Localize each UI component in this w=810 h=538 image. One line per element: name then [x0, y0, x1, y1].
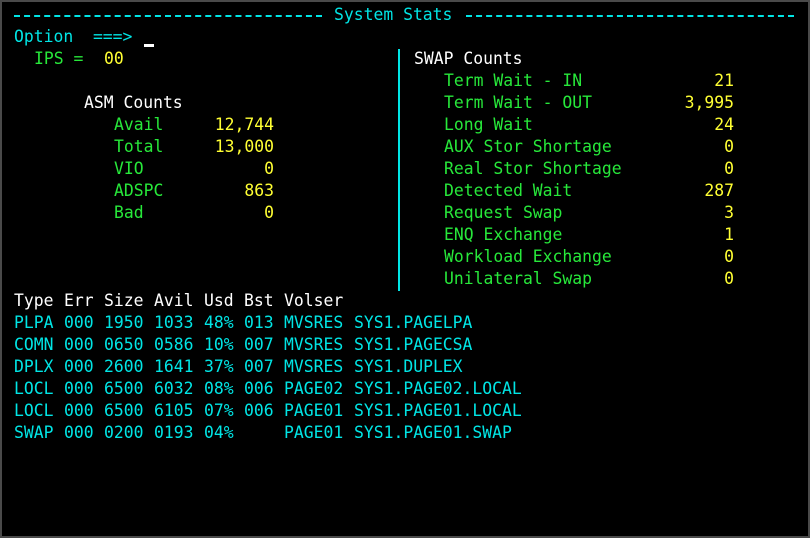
- table-cell: 006: [244, 401, 274, 420]
- table-header-cell: Usd: [204, 291, 234, 310]
- swap-label: Long Wait: [444, 115, 533, 134]
- table-cell: PAGE01: [284, 423, 344, 442]
- table-cell: 1033: [154, 313, 194, 332]
- table-cell: 6105: [154, 401, 194, 420]
- swap-label: AUX Stor Shortage: [444, 137, 612, 156]
- swap-value: 287: [704, 181, 734, 200]
- ips-label: IPS =: [34, 49, 84, 68]
- swap-value: 1: [724, 225, 734, 244]
- swap-label: ENQ Exchange: [444, 225, 563, 244]
- table-cell: 08%: [204, 379, 234, 398]
- table-cell: SYS1.PAGE02.LOCAL: [354, 379, 522, 398]
- table-cell: SYS1.PAGE01.LOCAL: [354, 401, 522, 420]
- table-cell: MVSRES: [284, 313, 344, 332]
- swap-value: 0: [724, 159, 734, 178]
- table-cell: 000: [64, 401, 94, 420]
- table-header-cell: Bst: [244, 291, 274, 310]
- asm-counts-title: ASM Counts: [84, 93, 183, 112]
- table-cell: 6500: [104, 379, 144, 398]
- asm-value: 13,000: [214, 137, 274, 156]
- table-cell: 10%: [204, 335, 234, 354]
- table-header-cell: Size: [104, 291, 144, 310]
- swap-label: Term Wait - OUT: [444, 93, 593, 112]
- table-cell: 0193: [154, 423, 194, 442]
- command-input-cursor[interactable]: [144, 44, 154, 47]
- swap-label: Workload Exchange: [444, 247, 612, 266]
- table-cell: COMN: [14, 335, 54, 354]
- screen-title: System Stats: [334, 5, 453, 24]
- table-cell: 007: [244, 357, 274, 376]
- table-header-cell: Err: [64, 291, 94, 310]
- swap-label: Unilateral Swap: [444, 269, 593, 288]
- asm-value: 0: [264, 203, 274, 222]
- table-cell: PLPA: [14, 313, 54, 332]
- table-cell: 6032: [154, 379, 194, 398]
- table-cell: 0200: [104, 423, 144, 442]
- table-cell: 04%: [204, 423, 234, 442]
- swap-label: Term Wait - IN: [444, 71, 583, 90]
- table-cell: 000: [64, 357, 94, 376]
- table-header-cell: Volser: [284, 291, 344, 310]
- asm-value: 12,744: [214, 115, 274, 134]
- table-header-cell: Avil: [154, 291, 194, 310]
- table-cell: 37%: [204, 357, 234, 376]
- table-cell: 000: [64, 423, 94, 442]
- swap-value: 0: [724, 269, 734, 288]
- table-cell: 006: [244, 379, 274, 398]
- swap-value: 3: [724, 203, 734, 222]
- table-cell: SYS1.DUPLEX: [354, 357, 463, 376]
- table-cell: 000: [64, 335, 94, 354]
- asm-label: Avail: [114, 115, 164, 134]
- table-cell: MVSRES: [284, 335, 344, 354]
- table-cell: 07%: [204, 401, 234, 420]
- table-cell: 2600: [104, 357, 144, 376]
- header-rule-right: [466, 15, 794, 19]
- table-cell: 0586: [154, 335, 194, 354]
- swap-value: 0: [724, 247, 734, 266]
- table-cell: SYS1.PAGELPA: [354, 313, 473, 332]
- table-cell: 000: [64, 313, 94, 332]
- asm-value: 863: [244, 181, 274, 200]
- swap-value: 0: [724, 137, 734, 156]
- table-cell: 48%: [204, 313, 234, 332]
- asm-label: VIO: [114, 159, 144, 178]
- table-cell: LOCL: [14, 401, 54, 420]
- table-header-cell: Type: [14, 291, 54, 310]
- table-cell: PAGE02: [284, 379, 344, 398]
- table-cell: SYS1.PAGECSA: [354, 335, 473, 354]
- asm-label: Bad: [114, 203, 144, 222]
- table-cell: LOCL: [14, 379, 54, 398]
- table-cell: SWAP: [14, 423, 54, 442]
- table-cell: 1641: [154, 357, 194, 376]
- table-cell: 0650: [104, 335, 144, 354]
- asm-value: 0: [264, 159, 274, 178]
- section-divider: [398, 49, 400, 291]
- swap-counts-title: SWAP Counts: [414, 49, 523, 68]
- asm-label: Total: [114, 137, 164, 156]
- swap-value: 21: [714, 71, 734, 90]
- table-cell: MVSRES: [284, 357, 344, 376]
- table-cell: 013: [244, 313, 274, 332]
- swap-label: Real Stor Shortage: [444, 159, 622, 178]
- swap-value: 3,995: [684, 93, 734, 112]
- table-cell: DPLX: [14, 357, 54, 376]
- header-rule-left: [14, 15, 322, 19]
- table-cell: 1950: [104, 313, 144, 332]
- table-cell: 007: [244, 335, 274, 354]
- swap-value: 24: [714, 115, 734, 134]
- table-cell: 000: [64, 379, 94, 398]
- table-cell: PAGE01: [284, 401, 344, 420]
- table-cell: 6500: [104, 401, 144, 420]
- swap-label: Detected Wait: [444, 181, 573, 200]
- table-cell: SYS1.PAGE01.SWAP: [354, 423, 512, 442]
- asm-label: ADSPC: [114, 181, 164, 200]
- swap-label: Request Swap: [444, 203, 563, 222]
- option-prompt: Option ===>: [14, 27, 133, 46]
- ips-value: 00: [104, 49, 124, 68]
